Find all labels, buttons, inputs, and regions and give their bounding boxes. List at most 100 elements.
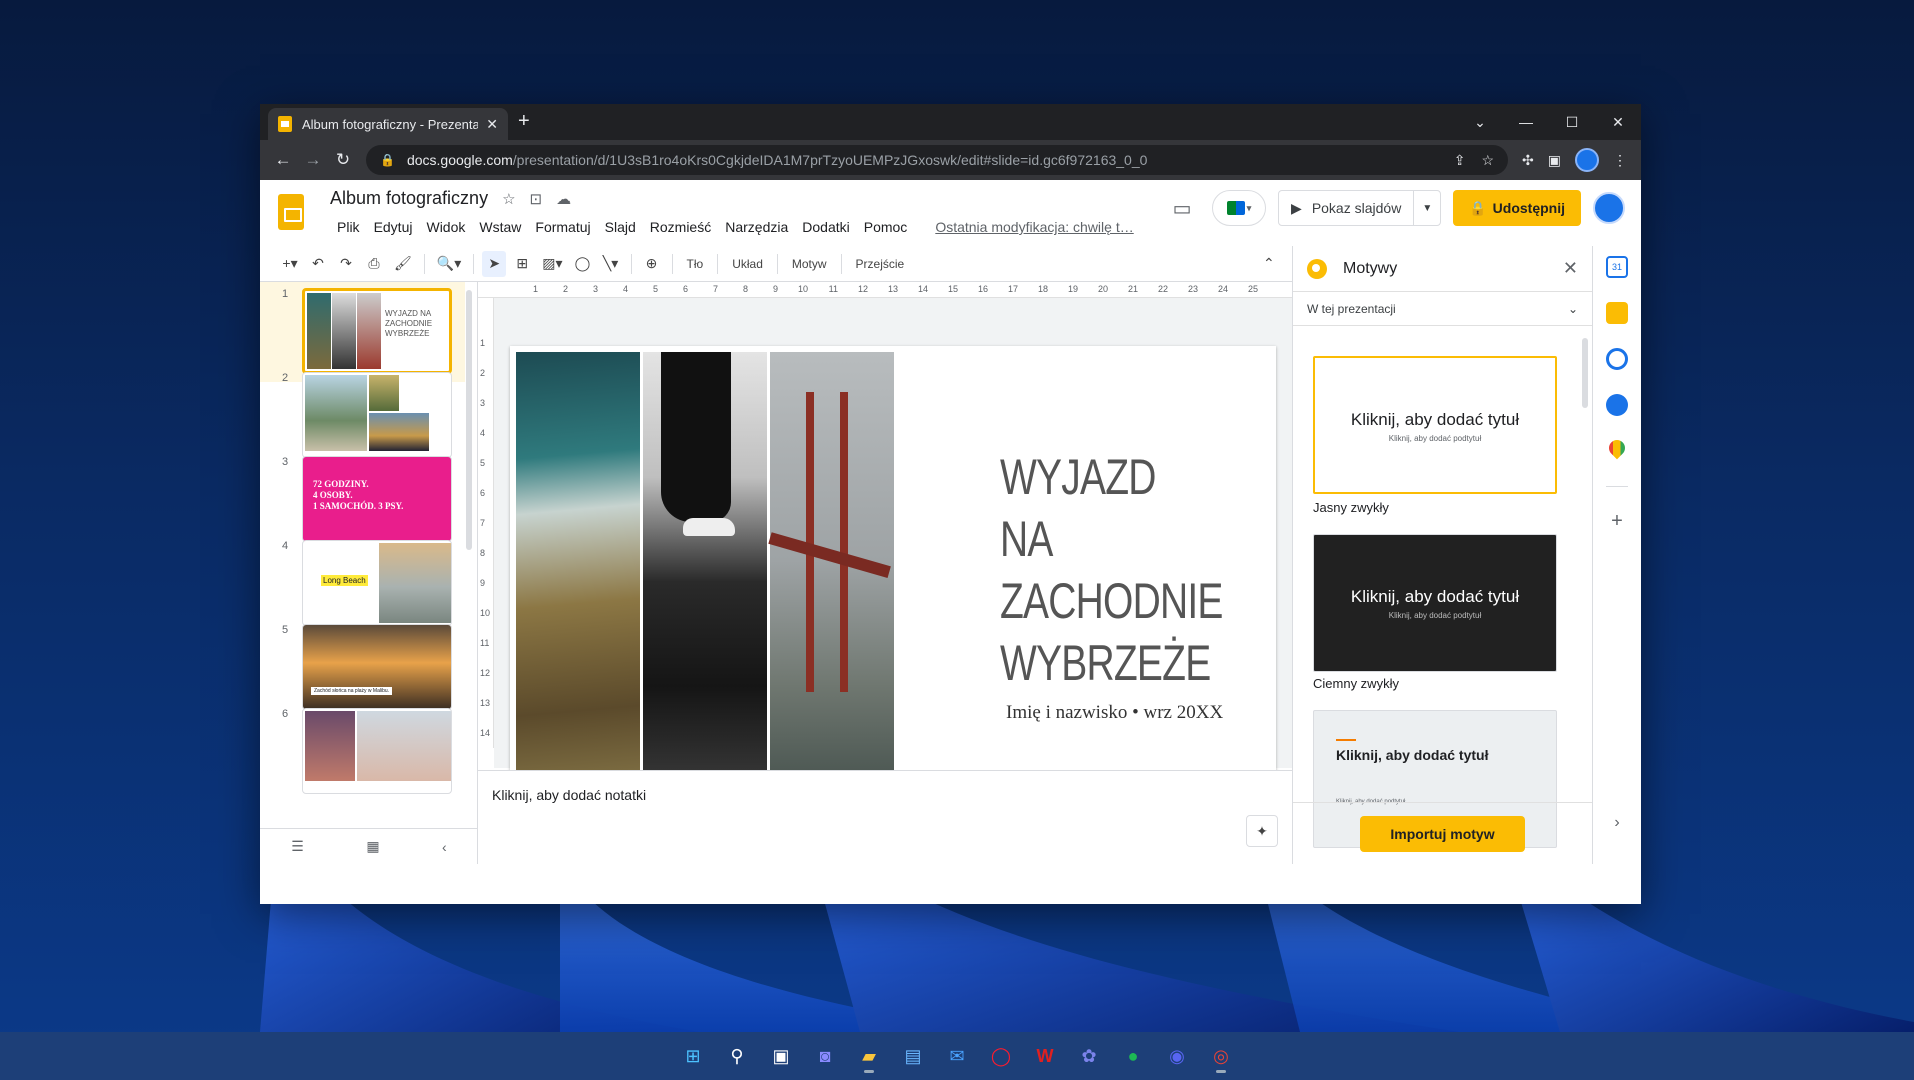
slide-photo-walker[interactable] <box>643 352 767 770</box>
forward-icon[interactable]: → <box>298 150 328 170</box>
teams-icon[interactable]: ✿ <box>1072 1039 1106 1073</box>
menu-format[interactable]: Formatuj <box>528 216 597 238</box>
theme-card-dark[interactable]: Kliknij, aby dodać tytuł Kliknij, aby do… <box>1313 534 1557 672</box>
new-slide-icon[interactable]: +▾ <box>278 251 302 277</box>
themes-filter-dropdown[interactable]: W tej prezentacji ⌄ <box>1293 292 1592 326</box>
text-box-icon[interactable]: ⊞ <box>510 251 534 277</box>
filmstrip-slide-6[interactable]: 6 <box>260 702 465 802</box>
discord-icon[interactable]: ◉ <box>1160 1039 1194 1073</box>
browser-menu-icon[interactable]: ⋮ <box>1613 152 1627 169</box>
chat-icon[interactable]: ◙ <box>808 1039 842 1073</box>
select-tool-icon[interactable]: ➤ <box>482 250 507 277</box>
menu-help[interactable]: Pomoc <box>857 216 915 238</box>
themes-scrollbar[interactable] <box>1582 338 1588 408</box>
last-modified-link[interactable]: Ostatnia modyfikacja: chwilę t… <box>928 216 1140 238</box>
comment-add-icon[interactable]: ⊕ <box>640 251 664 277</box>
extensions-icon[interactable]: ✣ <box>1522 152 1534 169</box>
present-button[interactable]: ▶ Pokaz slajdów ▼ <box>1278 190 1442 226</box>
expand-rail-icon[interactable]: › <box>1606 812 1628 834</box>
menu-slide[interactable]: Slajd <box>598 216 643 238</box>
collapse-menus-icon[interactable]: ⌃ <box>1263 255 1275 272</box>
wps-office-icon[interactable]: W <box>1028 1039 1062 1073</box>
slides-logo-icon[interactable] <box>278 194 304 230</box>
minimize-icon[interactable]: — <box>1503 104 1549 140</box>
new-tab-icon[interactable]: + <box>518 110 530 133</box>
layout-button[interactable]: Układ <box>726 251 769 277</box>
filmstrip-view-icon[interactable]: ☰ <box>291 838 304 855</box>
calendar-icon[interactable]: 31 <box>1606 256 1628 278</box>
slide-photo-bridge[interactable] <box>768 352 894 770</box>
print-icon[interactable]: ⎙ <box>362 251 386 277</box>
grid-view-icon[interactable]: ▦ <box>366 838 379 855</box>
file-explorer-icon[interactable]: ▰ <box>852 1039 886 1073</box>
browser-tab[interactable]: Album fotograficzny - Prezentacje ✕ <box>268 108 508 140</box>
close-tab-icon[interactable]: ✕ <box>486 116 498 133</box>
undo-icon[interactable]: ↶ <box>306 251 330 277</box>
meet-button[interactable]: ▾ <box>1212 190 1267 226</box>
close-themes-icon[interactable]: ✕ <box>1563 258 1578 279</box>
add-addon-icon[interactable]: + <box>1606 510 1628 532</box>
account-avatar[interactable] <box>1593 192 1625 224</box>
present-dropdown-icon[interactable]: ▼ <box>1414 203 1440 214</box>
line-icon[interactable]: ╲▾ <box>599 251 623 277</box>
menu-addons[interactable]: Dodatki <box>795 216 856 238</box>
shape-icon[interactable]: ◯ <box>571 251 595 277</box>
mail-icon[interactable]: ✉ <box>940 1039 974 1073</box>
move-folder-icon[interactable]: ⊡ <box>530 190 543 208</box>
vertical-ruler: 1 2 3 4 5 6 7 8 9 10 11 12 13 14 <box>478 298 494 748</box>
maps-icon[interactable] <box>1605 436 1629 460</box>
share-button[interactable]: 🔒 Udostępnij <box>1453 190 1581 226</box>
url-field[interactable]: 🔒 docs.google.com /presentation/d/1U3sB1… <box>366 145 1509 175</box>
star-icon[interactable]: ☆ <box>502 190 515 208</box>
import-theme-button[interactable]: Importuj motyw <box>1360 815 1525 852</box>
theme-button[interactable]: Motyw <box>786 251 833 277</box>
collapse-filmstrip-icon[interactable]: ‹ <box>442 839 447 855</box>
opera-icon[interactable]: ◯ <box>984 1039 1018 1073</box>
back-icon[interactable]: ← <box>268 150 298 170</box>
background-button[interactable]: Tło <box>681 251 710 277</box>
tab-search-icon[interactable]: ⌄ <box>1457 104 1503 140</box>
speaker-notes[interactable]: Kliknij, aby dodać notatki ✦ <box>478 770 1292 864</box>
notes-placeholder[interactable]: Kliknij, aby dodać notatki <box>492 787 646 803</box>
tasks-icon[interactable] <box>1606 348 1628 370</box>
slide-subtitle[interactable]: Imię i nazwisko • wrz 20XX <box>1006 702 1223 724</box>
keep-icon[interactable] <box>1606 302 1628 324</box>
search-icon[interactable]: ⚲ <box>720 1039 754 1073</box>
store-icon[interactable]: ▤ <box>896 1039 930 1073</box>
editor-toolbar: +▾ ↶ ↷ ⎙ 🖌 🔍▾ ➤ ⊞ ▨▾ ◯ ╲▾ ⊕ Tło Układ Mo… <box>260 246 1292 282</box>
spotify-icon[interactable]: ● <box>1116 1039 1150 1073</box>
transition-button[interactable]: Przejście <box>850 251 911 277</box>
close-window-icon[interactable]: ✕ <box>1595 104 1641 140</box>
chrome-icon[interactable]: ◎ <box>1204 1039 1238 1073</box>
task-view-icon[interactable]: ▣ <box>764 1039 798 1073</box>
ruler-tick-label: 4 <box>622 284 628 294</box>
menu-file[interactable]: Plik <box>330 216 367 238</box>
slide-photo-sea-rocks[interactable] <box>516 352 640 770</box>
redo-icon[interactable]: ↷ <box>334 251 358 277</box>
contacts-icon[interactable] <box>1606 394 1628 416</box>
bookmark-star-icon[interactable]: ☆ <box>1481 152 1494 169</box>
zoom-icon[interactable]: 🔍▾ <box>433 251 465 277</box>
menu-tools[interactable]: Narzędzia <box>718 216 795 238</box>
reload-icon[interactable]: ↻ <box>328 150 358 170</box>
side-panel-icon[interactable]: ▣ <box>1548 152 1561 169</box>
filmstrip-scrollbar[interactable] <box>466 290 472 550</box>
present-icon: ▶ <box>1291 199 1302 216</box>
comments-icon[interactable]: ▭ <box>1164 196 1200 221</box>
menu-view[interactable]: Widok <box>419 216 472 238</box>
current-slide[interactable]: WYJAZD NA ZACHODNIE WYBRZEŻE Imię i nazw… <box>510 346 1276 776</box>
menu-arrange[interactable]: Rozmieść <box>643 216 718 238</box>
menu-insert[interactable]: Wstaw <box>472 216 528 238</box>
windows-start-icon[interactable]: ⊞ <box>676 1039 710 1073</box>
share-page-icon[interactable]: ⇪ <box>1454 152 1466 169</box>
theme-card-light[interactable]: Kliknij, aby dodać tytuł Kliknij, aby do… <box>1313 356 1557 494</box>
slide-title[interactable]: WYJAZD NA ZACHODNIE WYBRZEŻE <box>1000 446 1223 694</box>
maximize-icon[interactable]: ☐ <box>1549 104 1595 140</box>
document-title[interactable]: Album fotograficzny <box>330 188 488 209</box>
paint-format-icon[interactable]: 🖌 <box>390 251 416 277</box>
cloud-status-icon[interactable]: ☁ <box>556 190 571 208</box>
menu-edit[interactable]: Edytuj <box>367 216 420 238</box>
explore-icon[interactable]: ✦ <box>1246 815 1278 847</box>
image-icon[interactable]: ▨▾ <box>538 251 566 277</box>
profile-avatar[interactable] <box>1575 148 1599 172</box>
